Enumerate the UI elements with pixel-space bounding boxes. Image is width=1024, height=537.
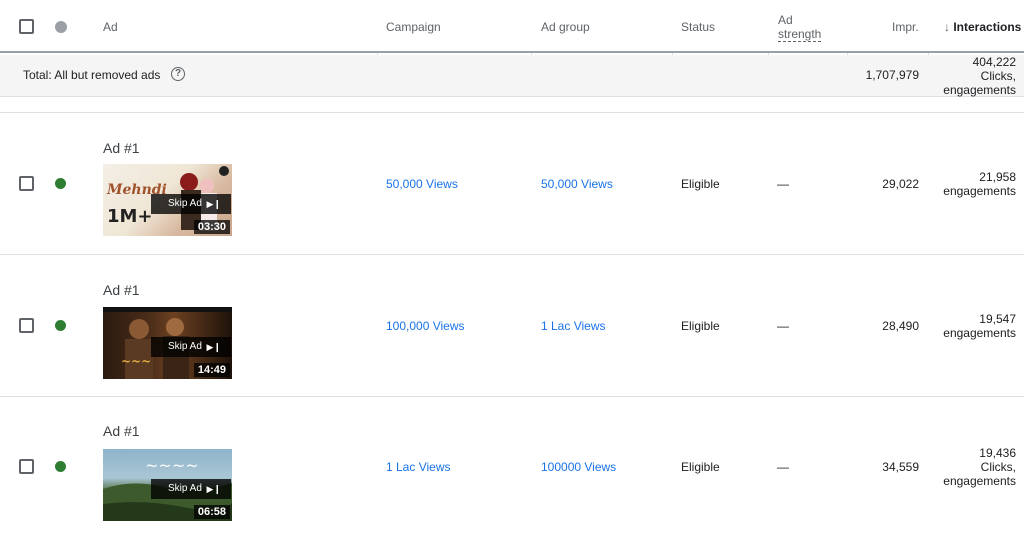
status-text: Eligible — [681, 460, 720, 474]
ads-table: Ad Campaign Ad group Status Ad strength … — [0, 0, 1024, 537]
interactions-cell: 19,547 engagements — [943, 312, 1016, 340]
video-duration: 03:30 — [193, 220, 230, 234]
ad-title[interactable]: Ad #1 — [103, 423, 140, 439]
ad-group-link[interactable]: 100000 Views — [541, 460, 616, 474]
status-dot-enabled[interactable] — [55, 178, 66, 189]
column-header-status[interactable]: Status — [681, 20, 715, 34]
interactions-cell: 21,958 engagements — [943, 170, 1016, 198]
row-checkbox[interactable] — [19, 176, 34, 191]
video-duration: 06:58 — [193, 505, 230, 519]
row-spacer — [0, 97, 1024, 113]
table-header: Ad Campaign Ad group Status Ad strength … — [0, 0, 1024, 53]
interactions-type: engagements — [943, 474, 1016, 488]
interactions-cell: 19,436 Clicks, engagements — [943, 446, 1016, 488]
campaign-link[interactable]: 100,000 Views — [386, 319, 465, 333]
ad-video-thumbnail[interactable]: ~~~ Skip Ad ▶❙ 14:49 — [103, 307, 232, 379]
ad-title[interactable]: Ad #1 — [103, 282, 140, 298]
status-dot-enabled[interactable] — [55, 320, 66, 331]
svg-text:1M+: 1M+ — [107, 206, 153, 227]
skip-ad-overlay: Skip Ad ▶❙ — [151, 337, 231, 357]
interactions-value: 19,547 — [979, 312, 1016, 326]
impr-value: 28,490 — [882, 319, 919, 333]
video-duration: 14:49 — [193, 363, 230, 377]
skip-ad-label: Skip Ad — [168, 483, 202, 494]
campaign-link[interactable]: 50,000 Views — [386, 177, 458, 191]
ad-strength-value: — — [777, 177, 789, 191]
skip-ad-label: Skip Ad — [168, 198, 202, 209]
ad-group-link[interactable]: 1 Lac Views — [541, 319, 605, 333]
skip-ad-overlay: Skip Ad ▶❙ — [151, 194, 231, 214]
total-impr: 1,707,979 — [865, 68, 919, 82]
total-interactions-type: engagements — [943, 83, 1016, 97]
status-text: Eligible — [681, 319, 720, 333]
column-header-ad-strength[interactable]: Ad strength — [778, 13, 822, 42]
total-interactions: 404,222 Clicks, engagements — [943, 55, 1016, 97]
impr-value: 29,022 — [882, 177, 919, 191]
ad-strength-value: — — [777, 460, 789, 474]
interactions-type: engagements — [943, 184, 1016, 198]
row-checkbox[interactable] — [19, 318, 34, 333]
column-header-campaign[interactable]: Campaign — [386, 20, 441, 34]
interactions-value: 19,436 — [979, 446, 1016, 460]
column-header-interactions[interactable]: ↓ Interactions — [944, 20, 1021, 34]
svg-text:~~~: ~~~ — [121, 354, 151, 368]
skip-next-icon: ▶❙ — [206, 342, 221, 352]
total-row: Total: All but removed ads ? 1,707,979 4… — [0, 55, 1024, 97]
status-dot-header[interactable] — [55, 21, 67, 33]
interactions-header-label: Interactions — [953, 20, 1022, 34]
ad-video-thumbnail[interactable]: Mehndi 1M+ Skip Ad ▶❙ 03:30 — [103, 164, 232, 236]
interactions-value: 21,958 — [979, 170, 1016, 184]
ad-strength-label-line2: strength — [778, 27, 822, 42]
ad-strength-value: — — [777, 319, 789, 333]
row-checkbox[interactable] — [19, 459, 34, 474]
column-header-ad[interactable]: Ad — [103, 20, 118, 34]
skip-ad-overlay: Skip Ad ▶❙ — [151, 479, 231, 499]
impr-value: 34,559 — [882, 460, 919, 474]
skip-next-icon: ▶❙ — [206, 484, 221, 494]
campaign-link[interactable]: 1 Lac Views — [386, 460, 450, 474]
interactions-type: engagements — [943, 326, 1016, 340]
select-all-checkbox[interactable] — [19, 19, 34, 34]
table-row: Ad #1 Mehndi 1M+ Skip Ad ▶❙ 03:30 50,000… — [0, 113, 1024, 255]
status-dot-enabled[interactable] — [55, 461, 66, 472]
total-label: Total: All but removed ads — [23, 68, 161, 82]
sort-arrow-icon: ↓ — [944, 20, 950, 34]
table-row: Ad #1 ~~~ Skip Ad ▶❙ 14:49 100,000 Views… — [0, 255, 1024, 397]
ad-group-link[interactable]: 50,000 Views — [541, 177, 613, 191]
ad-title[interactable]: Ad #1 — [103, 140, 140, 156]
svg-text:~~~~: ~~~~ — [145, 456, 199, 475]
skip-next-icon: ▶❙ — [206, 199, 221, 209]
interactions-type: Clicks, — [980, 460, 1016, 474]
help-icon[interactable]: ? — [171, 67, 185, 81]
total-interactions-type: Clicks, — [980, 69, 1016, 83]
skip-ad-label: Skip Ad — [168, 341, 202, 352]
column-header-impr[interactable]: Impr. — [892, 20, 919, 34]
ad-strength-label-line1: Ad — [778, 13, 793, 27]
ad-video-thumbnail[interactable]: ~~~~ Skip Ad ▶❙ 06:58 — [103, 449, 232, 521]
table-row: Ad #1 ~~~~ Skip Ad ▶❙ 06:58 1 Lac Views … — [0, 397, 1024, 537]
total-interactions-value: 404,222 — [972, 55, 1016, 69]
status-text: Eligible — [681, 177, 720, 191]
column-header-ad-group[interactable]: Ad group — [541, 20, 590, 34]
